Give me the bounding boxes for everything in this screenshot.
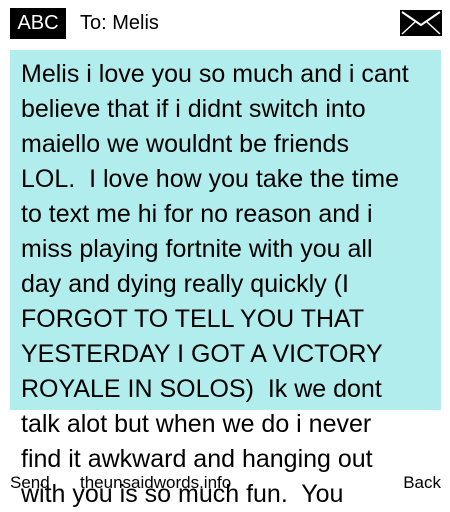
envelope-icon: [400, 10, 442, 36]
message-line: FORGOT TO TELL YOU THAT: [21, 305, 365, 333]
message-line: day and dying really quickly (I: [21, 270, 349, 298]
message-line: talk alot but when we do i never: [21, 410, 372, 438]
back-softkey[interactable]: Back: [403, 470, 441, 496]
message-line: miss playing fortnite with you all: [21, 235, 373, 263]
message-line: YESTERDAY I GOT A VICTORY: [21, 340, 383, 368]
input-mode-badge[interactable]: ABC: [10, 8, 66, 39]
send-softkey[interactable]: Send: [10, 470, 50, 496]
message-body[interactable]: Melis i love you so much and i cant belie…: [21, 57, 431, 512]
message-line: ROYALE IN SOLOS) Ik we dont: [21, 375, 382, 403]
message-header: ABC To: Melis: [0, 0, 450, 46]
message-line: believe that if i didnt switch into: [21, 95, 366, 123]
message-line: maiello we wouldnt be friends: [21, 130, 349, 158]
message-line: Melis i love you so much and i cant: [21, 60, 409, 88]
recipient-label: To: Melis: [80, 12, 159, 34]
message-line: to text me hi for no reason and i: [21, 200, 373, 228]
softkey-bar: Send theunsaidwords.info Back: [0, 470, 450, 500]
watermark-text: theunsaidwords.info: [80, 473, 232, 492]
message-line: LOL. I love how you take the time: [21, 165, 399, 193]
